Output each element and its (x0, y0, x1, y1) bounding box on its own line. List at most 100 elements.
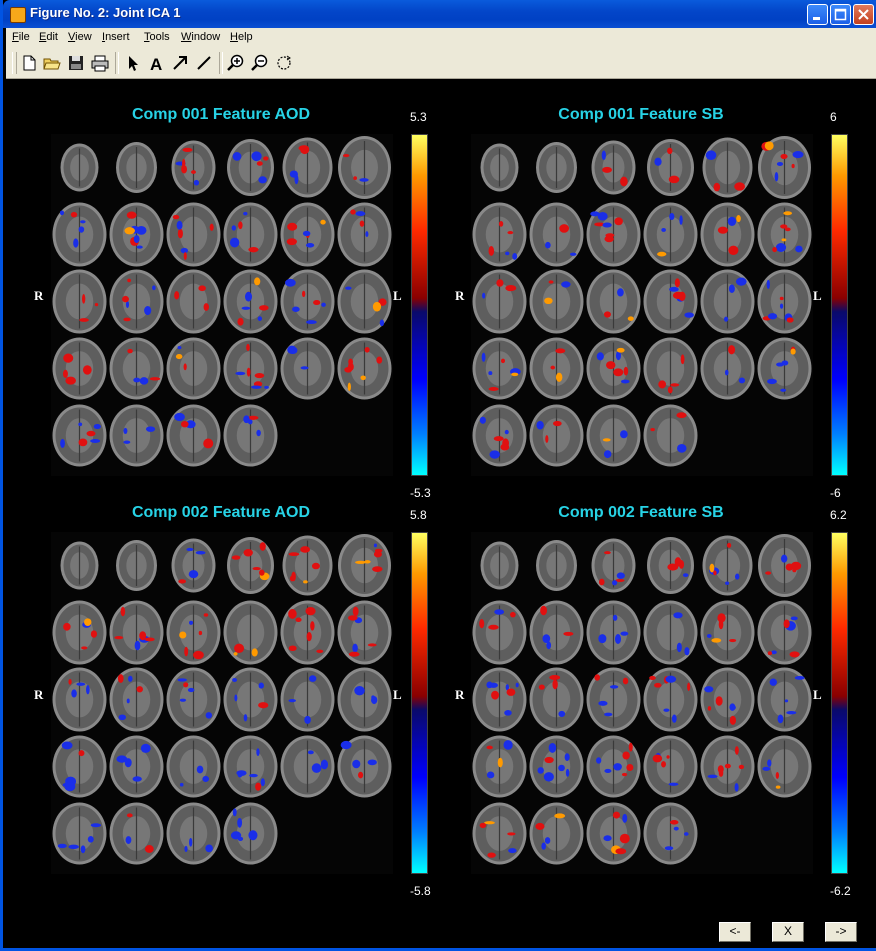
brain-slice (280, 337, 335, 400)
brain-slice (472, 337, 527, 400)
brain-slice (647, 537, 694, 594)
new-figure-button[interactable] (19, 53, 39, 73)
svg-text:A: A (150, 55, 162, 73)
brain-slice (280, 735, 335, 798)
brain-slice (586, 269, 641, 334)
colorbar-min-label: -5.3 (410, 486, 431, 500)
colorbar-min-label: -5.8 (410, 884, 431, 898)
brain-slice (700, 269, 755, 334)
brain-slice (166, 802, 221, 865)
close-icon (858, 9, 869, 20)
brain-slice (109, 404, 164, 467)
menu-tools[interactable]: Tools (144, 31, 170, 43)
next-component-button[interactable]: -> (825, 922, 857, 942)
menu-view[interactable]: View (68, 31, 92, 43)
brain-slice (223, 667, 278, 732)
brain-slice (757, 202, 812, 267)
select-arrow-icon (129, 56, 138, 71)
brain-slice (472, 269, 527, 334)
brain-slice (338, 136, 391, 199)
colorbar-max-label: 5.8 (410, 508, 427, 522)
brain-slice (337, 202, 392, 267)
figure-toolbar: A (6, 48, 876, 79)
brain-slice (643, 802, 698, 865)
brain-slice (223, 600, 278, 665)
brain-slice (109, 735, 164, 798)
insert-line-button[interactable] (194, 53, 214, 73)
brain-slice (472, 202, 527, 267)
brain-slice (282, 535, 333, 596)
title-bar[interactable]: Figure No. 2: Joint ICA 1 (3, 0, 876, 28)
brain-slice (52, 735, 107, 798)
brain-slice (109, 600, 164, 665)
edit-plot-button[interactable] (122, 53, 142, 73)
open-file-button[interactable] (42, 53, 62, 73)
menu-help[interactable]: Help (230, 31, 253, 43)
brain-slice (109, 667, 164, 732)
brain-slice (166, 337, 221, 400)
brain-slice (166, 600, 221, 665)
brain-slice (757, 735, 812, 798)
maximize-button[interactable] (830, 4, 851, 25)
figure-canvas: Comp 001 Feature AOD R L 5.3 -5.3 Comp 0… (6, 79, 876, 948)
brain-slice (586, 337, 641, 400)
brain-slice (643, 667, 698, 732)
brain-slice (223, 802, 278, 865)
brain-slice (643, 202, 698, 267)
brain-slice (227, 537, 274, 594)
brain-slice (529, 404, 584, 467)
menu-window[interactable]: Window (181, 31, 220, 43)
brain-slice (166, 735, 221, 798)
brain-slice (643, 337, 698, 400)
menu-bar: File Edit View Insert Tools Window Help (6, 28, 876, 48)
brain-slice-montage-comp002-sb (471, 532, 813, 874)
brain-slice (337, 667, 392, 732)
brain-slice (647, 139, 694, 196)
panel-left-label: R (34, 288, 44, 303)
insert-text-icon: A (150, 55, 162, 73)
brain-slice (758, 136, 811, 199)
print-button[interactable] (90, 53, 110, 73)
brain-slice (757, 667, 812, 732)
brain-slice (529, 600, 584, 665)
panel-left-label: R (455, 288, 465, 303)
menu-insert[interactable]: Insert (102, 31, 130, 43)
rotate-3d-button[interactable] (274, 53, 294, 73)
minimize-button[interactable] (807, 4, 828, 25)
insert-arrow-button[interactable] (170, 53, 190, 73)
close-figure-button[interactable]: X (772, 922, 804, 942)
brain-slice (52, 802, 107, 865)
brain-slice (116, 540, 157, 591)
brain-slice (109, 337, 164, 400)
rotate-icon (277, 55, 291, 70)
zoom-out-button[interactable] (250, 53, 270, 73)
brain-slice-montage-comp001-aod (51, 134, 393, 476)
brain-slice (116, 142, 157, 193)
insert-text-button[interactable]: A (146, 53, 166, 73)
brain-slice (702, 137, 753, 198)
brain-slice (529, 269, 584, 334)
panel-left-label: R (455, 687, 465, 702)
brain-slice (643, 269, 698, 334)
matlab-figure-icon (10, 7, 26, 23)
menu-edit[interactable]: Edit (39, 31, 58, 43)
panel-left-label: R (34, 687, 44, 702)
insert-line-icon (197, 56, 211, 70)
brain-slice (586, 404, 641, 467)
brain-slice (529, 802, 584, 865)
zoom-in-button[interactable] (226, 53, 246, 73)
save-button[interactable] (66, 53, 86, 73)
brain-slice (586, 802, 641, 865)
colorbar (411, 532, 428, 874)
brain-slice (472, 404, 527, 467)
open-folder-icon (43, 58, 61, 70)
brain-slice (166, 269, 221, 334)
toolbar-separator (115, 52, 119, 74)
figure-window: Figure No. 2: Joint ICA 1 File Edit View In… (0, 0, 876, 951)
colorbar (411, 134, 428, 476)
toolbar-grip[interactable] (12, 52, 17, 74)
menu-file[interactable]: File (12, 31, 30, 43)
close-window-button[interactable] (853, 4, 874, 25)
brain-slice (280, 269, 335, 334)
previous-component-button[interactable]: <- (719, 922, 751, 942)
